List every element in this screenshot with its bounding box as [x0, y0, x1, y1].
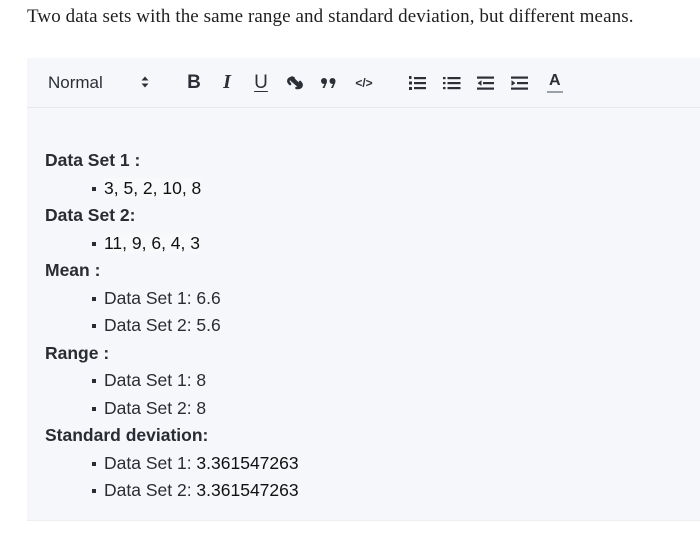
list-item: 3, 5, 2, 10, 8 — [45, 175, 700, 203]
list-item: Data Set 2: 3.361547263 — [45, 477, 700, 505]
format-select-value: Normal — [48, 72, 103, 92]
outdent-button[interactable] — [475, 58, 497, 107]
italic-button[interactable]: I — [216, 58, 238, 107]
section-heading-mean: Mean : — [45, 260, 101, 280]
bullet-list-button[interactable] — [441, 58, 463, 107]
blockquote-button[interactable] — [318, 58, 340, 107]
code-button[interactable]: </> — [353, 58, 375, 107]
section-heading-data-set-2: Data Set 2: — [45, 205, 136, 225]
indent-icon — [511, 76, 528, 90]
quote-icon — [321, 77, 336, 88]
bullet — [92, 186, 96, 191]
bold-icon: B — [187, 71, 201, 93]
bullet — [92, 461, 96, 466]
text-color-underline — [547, 90, 563, 93]
text-color-icon: A — [547, 72, 563, 94]
underline-icon: U — [254, 71, 268, 93]
text-color-button[interactable]: A — [544, 58, 566, 107]
list-item: Data Set 1: 3.361547263 — [45, 450, 700, 478]
outdent-icon — [477, 76, 494, 90]
list-item: 11, 9, 6, 4, 3 — [45, 230, 700, 258]
code-icon: </> — [355, 75, 373, 90]
bullet — [92, 324, 96, 328]
rich-text-editor[interactable]: Normal B I U </> A Data Set 1: 3, 5, 2,… — [27, 58, 700, 521]
indent-button[interactable] — [509, 58, 531, 107]
bullet — [92, 489, 96, 493]
bullet — [92, 241, 96, 246]
list-item: Data Set 2: 8 — [45, 395, 700, 423]
section-heading-range: Range : — [45, 342, 110, 363]
bullet-list-icon — [443, 76, 461, 89]
format-select[interactable]: Normal — [48, 58, 158, 107]
bullet — [92, 406, 96, 411]
select-arrows-icon — [141, 76, 149, 88]
list-item: Data Set 2: 5.6 — [45, 312, 700, 340]
ordered-list-icon — [409, 75, 426, 90]
ordered-list-button[interactable] — [407, 58, 429, 107]
bullet — [92, 296, 96, 301]
bold-button[interactable]: B — [183, 58, 205, 107]
list-item: Data Set 1: 6.6 — [45, 285, 700, 313]
link-button[interactable] — [284, 58, 306, 107]
link-icon — [287, 75, 303, 89]
section-heading-data-set-1: Data Set 1 : — [45, 150, 141, 170]
section-heading-standard-deviation: Standard deviation: — [45, 425, 209, 445]
editor-toolbar: Normal B I U </> A — [27, 58, 700, 108]
editor-content[interactable]: Data Set 1 : 3, 5, 2, 10, 8 Data Set 2: … — [45, 147, 700, 505]
list-item: Data Set 1: 8 — [45, 367, 700, 395]
bullet — [92, 379, 96, 383]
question-intro-text: Two data sets with the same range and st… — [27, 6, 634, 27]
underline-button[interactable]: U — [250, 58, 272, 107]
italic-icon: I — [223, 71, 231, 93]
